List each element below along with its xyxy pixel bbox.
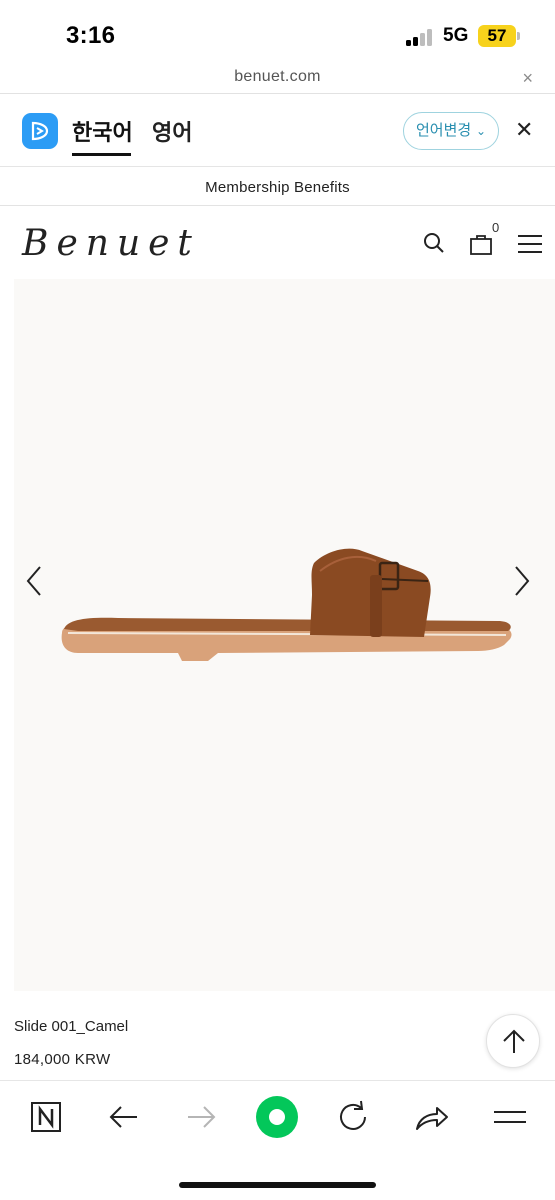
status-bar: 3:16 5G 57 <box>0 0 555 62</box>
naver-home-icon[interactable] <box>26 1097 66 1137</box>
url-bar[interactable]: benuet.com × <box>0 62 555 94</box>
product-image[interactable] <box>14 279 555 991</box>
close-icon[interactable]: × <box>522 68 533 89</box>
naver-green-dot-icon[interactable] <box>256 1096 298 1138</box>
home-indicator <box>179 1182 376 1188</box>
close-icon[interactable]: ✕ <box>515 117 533 143</box>
chevron-down-icon: ⌄ <box>475 124 486 138</box>
search-icon[interactable] <box>423 232 445 259</box>
membership-banner[interactable]: Membership Benefits <box>0 168 555 206</box>
arrow-up-icon <box>503 1029 525 1053</box>
active-tab-indicator <box>72 153 131 156</box>
battery-icon: 57 <box>478 25 516 47</box>
forward-icon[interactable] <box>181 1097 221 1137</box>
back-icon[interactable] <box>104 1097 144 1137</box>
battery-cap <box>517 32 520 40</box>
share-icon[interactable] <box>411 1097 451 1137</box>
translation-bar: 한국어 영어 언어변경 ⌄ ✕ <box>0 95 555 167</box>
site-header: Benuet 0 <box>0 207 555 279</box>
change-language-button[interactable]: 언어변경 ⌄ <box>403 112 499 150</box>
menu-icon[interactable] <box>490 1097 530 1137</box>
status-time: 3:16 <box>66 22 116 49</box>
product-price: 184,000 KRW <box>14 1051 111 1068</box>
carousel-prev-icon[interactable] <box>22 561 46 601</box>
menu-icon[interactable] <box>518 234 542 259</box>
site-logo[interactable]: Benuet <box>22 223 200 264</box>
tab-korean[interactable]: 한국어 <box>72 115 133 147</box>
change-language-label: 언어변경 <box>416 122 472 139</box>
network-type: 5G <box>443 25 469 46</box>
cellular-signal-icon <box>406 28 434 46</box>
cart-count: 0 <box>492 220 500 235</box>
reload-icon[interactable] <box>334 1097 374 1137</box>
shopping-bag-icon[interactable] <box>470 233 492 260</box>
url-domain[interactable]: benuet.com <box>0 68 555 86</box>
product-name[interactable]: Slide 001_Camel <box>14 1018 128 1035</box>
sandal-image <box>61 548 512 661</box>
scroll-to-top-button[interactable] <box>486 1014 540 1068</box>
papago-icon[interactable] <box>22 113 58 149</box>
tab-english[interactable]: 영어 <box>152 115 192 147</box>
